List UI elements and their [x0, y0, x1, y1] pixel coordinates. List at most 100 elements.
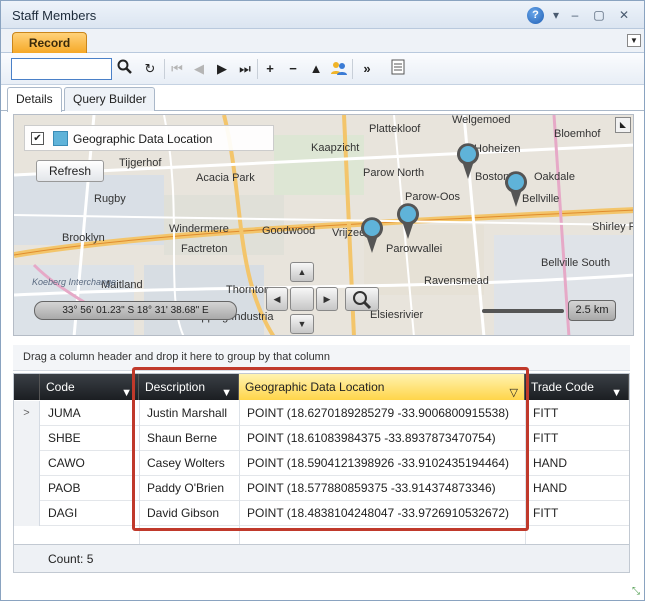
column-header-label: Trade Code	[531, 380, 594, 394]
help-icon[interactable]: ?	[527, 7, 544, 24]
map-place-label: Windermere	[169, 223, 229, 235]
pan-down-icon[interactable]: ▼	[290, 314, 314, 334]
tab-strip: Record ▼	[1, 29, 644, 54]
tab-query-builder[interactable]: Query Builder	[64, 87, 156, 111]
cell-description[interactable]: David Gibson	[139, 501, 239, 526]
cell-trade-code[interactable]: HAND	[525, 451, 629, 476]
cell-description[interactable]: Justin Marshall	[139, 401, 239, 426]
close-icon[interactable]: ✕	[616, 7, 632, 23]
map-place-label: Plattekloof	[369, 123, 421, 135]
cell-location[interactable]: POINT (18.6270189285279 -33.900680091553…	[239, 401, 525, 426]
table-row[interactable]: > JUMA Justin Marshall POINT (18.6270189…	[14, 401, 629, 426]
map-marker-icon[interactable]	[503, 170, 529, 208]
map-place-label: Parow North	[363, 167, 425, 179]
cell-code[interactable]: JUMA	[40, 401, 139, 426]
grid-footer: Count: 5	[14, 544, 629, 572]
scale-bar	[482, 309, 564, 313]
record-toolbar: ↻ ⏮ ◀ ▶ ⏭ + − ▲ »	[1, 53, 644, 85]
cell-location[interactable]: POINT (18.577880859375 -33.914374873346)	[239, 476, 525, 501]
next-record-icon[interactable]: ▶	[212, 59, 232, 79]
tab-record[interactable]: Record	[12, 32, 87, 54]
cell-trade-code[interactable]: FITT	[525, 401, 629, 426]
dropdown-icon[interactable]: ▾	[548, 7, 564, 23]
pan-right-icon[interactable]: ▶	[316, 287, 338, 311]
table-row[interactable]: SHBE Shaun Berne POINT (18.61083984375 -…	[14, 426, 629, 451]
previous-record-icon[interactable]: ◀	[189, 59, 209, 79]
cell-description[interactable]: Casey Wolters	[139, 451, 239, 476]
grid-header: Code ▼ Description ▼ Geographic Data Loc…	[14, 374, 629, 400]
map-options-icon[interactable]: ◣	[615, 117, 631, 133]
pan-left-icon[interactable]: ◀	[266, 287, 288, 311]
delete-icon[interactable]: −	[283, 59, 303, 79]
map-view[interactable]: Plattekloof Welgemoed Bloemhof Kaapzicht…	[13, 114, 634, 336]
first-record-icon[interactable]: ⏮	[167, 59, 187, 79]
legend-swatch	[53, 131, 68, 146]
toolbar-divider	[257, 59, 258, 79]
column-header-location[interactable]: Geographic Data Location ▽	[239, 374, 525, 400]
cell-trade-code[interactable]: HAND	[525, 476, 629, 501]
minimize-icon[interactable]: –	[567, 7, 583, 23]
row-selector[interactable]	[14, 426, 40, 451]
tab-menu-icon[interactable]: ▼	[627, 34, 641, 47]
column-header-description[interactable]: Description ▼	[139, 374, 239, 400]
last-record-icon[interactable]: ⏭	[235, 59, 255, 79]
map-place-label: Bellville South	[541, 257, 611, 269]
map-marker-icon[interactable]	[455, 142, 481, 180]
row-selector[interactable]	[14, 501, 40, 526]
cell-location[interactable]: POINT (18.61083984375 -33.8937873470754)	[239, 426, 525, 451]
window-title: Staff Members	[12, 8, 97, 23]
search-input[interactable]	[11, 58, 112, 80]
cell-location[interactable]: POINT (18.5904121398926 -33.910243519446…	[239, 451, 525, 476]
column-header-label: Geographic Data Location	[245, 380, 385, 394]
group-by-panel[interactable]: Drag a column header and drop it here to…	[13, 345, 630, 371]
staff-members-window: Staff Members ? ▾ – ▢ ✕ Record ▼ ↻ ⏮ ◀ ▶…	[0, 0, 645, 601]
column-header-code[interactable]: Code ▼	[40, 374, 139, 400]
map-place-label: Parowvallei	[386, 243, 443, 255]
cell-location[interactable]: POINT (18.4838104248047 -33.972691053267…	[239, 501, 525, 526]
row-selector[interactable]: >	[14, 401, 40, 426]
cell-trade-code[interactable]: FITT	[525, 501, 629, 526]
add-icon[interactable]: +	[260, 59, 280, 79]
report-icon[interactable]	[388, 59, 408, 79]
map-place-label: Acacia Park	[196, 172, 255, 184]
cell-code[interactable]: DAGI	[40, 501, 139, 526]
map-legend: ✔ Geographic Data Location	[24, 125, 274, 151]
move-up-icon[interactable]: ▲	[306, 59, 326, 79]
scale-label: 2.5 km	[568, 300, 616, 321]
table-row[interactable]: PAOB Paddy O'Brien POINT (18.57788085937…	[14, 476, 629, 501]
map-place-label: Oakdale	[534, 171, 575, 183]
title-bar: Staff Members ? ▾ – ▢ ✕	[1, 1, 644, 29]
map-marker-icon[interactable]	[359, 216, 385, 254]
legend-checkbox[interactable]: ✔	[31, 132, 44, 145]
cell-trade-code[interactable]: FITT	[525, 426, 629, 451]
cell-code[interactable]: PAOB	[40, 476, 139, 501]
table-row[interactable]: CAWO Casey Wolters POINT (18.59041213989…	[14, 451, 629, 476]
map-marker-icon[interactable]	[395, 202, 421, 240]
search-icon[interactable]	[115, 59, 135, 79]
expand-icon[interactable]: »	[357, 59, 377, 79]
users-icon[interactable]	[329, 59, 349, 79]
pan-up-icon[interactable]: ▲	[290, 262, 314, 282]
zoom-magnifier-icon[interactable]	[345, 287, 379, 311]
map-place-label: Thornton	[226, 284, 271, 296]
map-place-label: Elsiesrivier	[370, 309, 424, 321]
cell-description[interactable]: Shaun Berne	[139, 426, 239, 451]
cell-code[interactable]: SHBE	[40, 426, 139, 451]
map-place-label: Rugby	[94, 193, 126, 205]
tab-details[interactable]: Details	[7, 87, 62, 112]
row-selector[interactable]	[14, 451, 40, 476]
cell-code[interactable]: CAWO	[40, 451, 139, 476]
row-selector[interactable]	[14, 476, 40, 501]
refresh-button[interactable]: Refresh	[36, 160, 104, 182]
row-header-corner	[14, 374, 40, 400]
staff-grid: Code ▼ Description ▼ Geographic Data Loc…	[13, 373, 630, 573]
pan-center-icon[interactable]	[290, 287, 314, 311]
refresh-icon[interactable]: ↻	[140, 59, 160, 79]
map-place-label: Brooklyn	[62, 232, 105, 244]
column-header-trade-code[interactable]: Trade Code ▼	[525, 374, 629, 400]
cell-description[interactable]: Paddy O'Brien	[139, 476, 239, 501]
resize-grip-icon[interactable]: ⤡	[632, 586, 640, 597]
map-place-label: Bloemhof	[554, 128, 601, 140]
maximize-icon[interactable]: ▢	[591, 7, 607, 23]
table-row[interactable]: DAGI David Gibson POINT (18.483810424804…	[14, 501, 629, 526]
